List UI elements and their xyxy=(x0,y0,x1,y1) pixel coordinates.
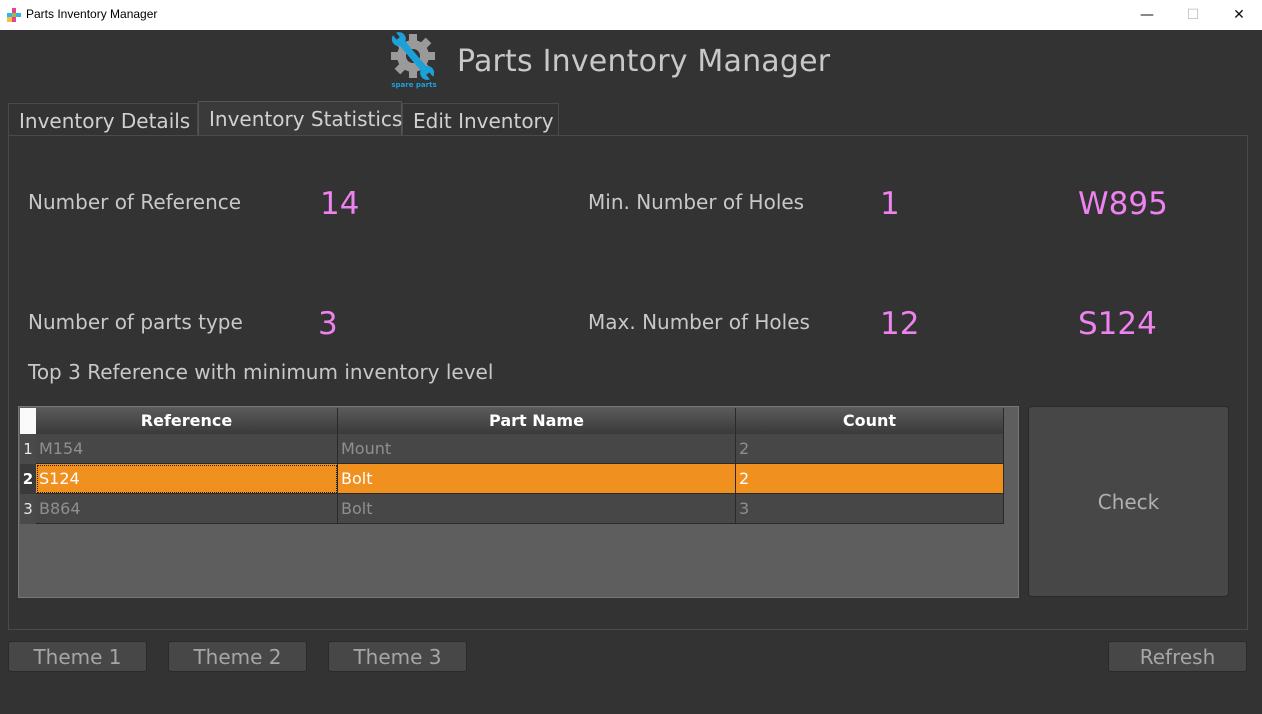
num-parts-type-label: Number of parts type xyxy=(28,310,243,334)
column-header-count[interactable]: Count xyxy=(736,408,1004,434)
row-header[interactable]: 1 xyxy=(20,434,36,464)
theme-3-button[interactable]: Theme 3 xyxy=(328,641,467,672)
window-titlebar: Parts Inventory Manager — ☐ ✕ xyxy=(0,0,1262,30)
logo-caption: spare parts xyxy=(391,81,437,89)
top3-title: Top 3 Reference with minimum inventory l… xyxy=(28,360,494,384)
min-holes-reference: W895 xyxy=(1078,186,1168,222)
theme-2-button[interactable]: Theme 2 xyxy=(168,641,307,672)
table-cell-reference[interactable]: B864 xyxy=(36,494,338,524)
check-button[interactable]: Check xyxy=(1028,406,1229,597)
app-title: Parts Inventory Manager xyxy=(457,44,831,79)
refresh-button[interactable]: Refresh xyxy=(1108,641,1247,672)
table-cell-count[interactable]: 3 xyxy=(736,494,1004,524)
tab-edit-inventory[interactable]: Edit Inventory xyxy=(402,103,559,135)
tab-inventory-statistics[interactable]: Inventory Statistics xyxy=(198,101,402,136)
table-corner-select-all[interactable] xyxy=(20,408,36,434)
table-cell-reference[interactable]: M154 xyxy=(36,434,338,464)
row-header[interactable]: 2 xyxy=(20,464,36,494)
table-cell-part-name[interactable]: Mount xyxy=(338,434,736,464)
window-title: Parts Inventory Manager xyxy=(26,7,158,21)
app-icon xyxy=(7,8,21,22)
min-holes-value: 1 xyxy=(880,186,900,222)
num-reference-value: 14 xyxy=(320,186,360,222)
close-button[interactable]: ✕ xyxy=(1216,0,1262,30)
row-header[interactable]: 3 xyxy=(20,494,36,524)
num-parts-type-value: 3 xyxy=(318,306,338,342)
table-cell-count[interactable]: 2 xyxy=(736,434,1004,464)
column-header-part-name[interactable]: Part Name xyxy=(338,408,736,434)
tab-inventory-details[interactable]: Inventory Details xyxy=(8,103,198,135)
num-reference-label: Number of Reference xyxy=(28,190,242,214)
top3-table[interactable]: Reference Part Name Count 1 M154 Mount 2… xyxy=(18,406,1019,598)
minimize-button[interactable]: — xyxy=(1124,0,1170,30)
table-cell-part-name[interactable]: Bolt xyxy=(338,494,736,524)
max-holes-reference: S124 xyxy=(1078,306,1157,342)
min-holes-label: Min. Number of Holes xyxy=(588,190,805,214)
max-holes-value: 12 xyxy=(880,306,920,342)
table-cell-part-name[interactable]: Bolt xyxy=(338,464,736,494)
table-cell-count[interactable]: 2 xyxy=(736,464,1004,494)
column-header-reference[interactable]: Reference xyxy=(36,408,338,434)
theme-1-button[interactable]: Theme 1 xyxy=(8,641,147,672)
table-cell-reference[interactable]: S124 xyxy=(36,464,338,494)
maximize-button[interactable]: ☐ xyxy=(1170,0,1216,30)
max-holes-label: Max. Number of Holes xyxy=(588,310,810,334)
